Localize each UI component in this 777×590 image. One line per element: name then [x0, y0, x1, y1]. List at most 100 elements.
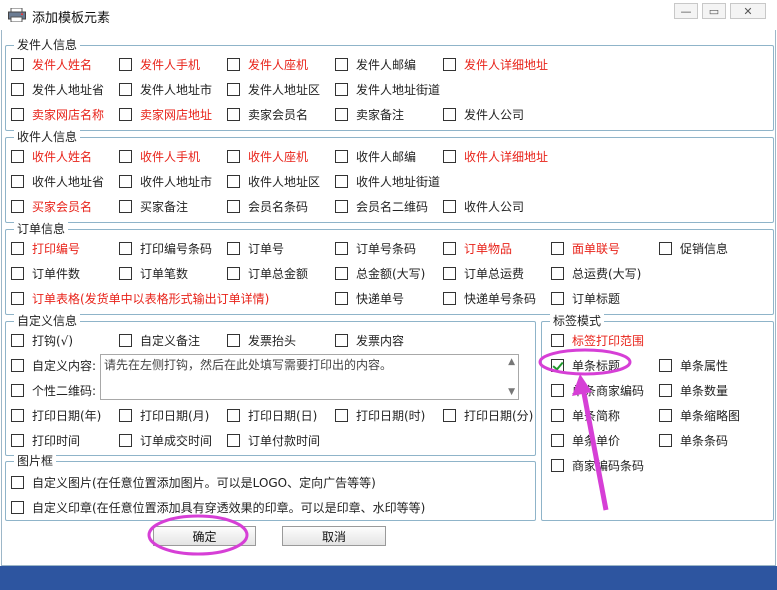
checkbox-icon[interactable] [119, 266, 132, 280]
checkbox-icon[interactable] [11, 266, 24, 280]
custom-checkbox-9[interactable]: 打印日期(时) [335, 406, 425, 424]
receiver-checkbox-2[interactable]: 收件人座机 [227, 147, 308, 165]
checkbox-icon[interactable] [11, 149, 24, 163]
receiver-checkbox-5[interactable]: 收件人地址省 [11, 172, 104, 190]
checkbox-icon[interactable] [11, 475, 24, 489]
checkbox-icon[interactable] [227, 433, 240, 447]
checkbox-icon[interactable] [335, 266, 348, 280]
receiver-checkbox-13[interactable]: 收件人公司 [443, 197, 524, 215]
checkbox-icon[interactable] [551, 433, 564, 447]
checkbox-icon[interactable] [119, 333, 132, 347]
order-checkbox-16[interactable]: 订单标题 [551, 289, 620, 307]
checkbox-icon[interactable] [443, 199, 456, 213]
label-mode-checkbox-5[interactable]: 单条简称 [551, 406, 620, 424]
order-checkbox-11[interactable]: 订单总运费 [443, 264, 524, 282]
checkbox-icon[interactable] [227, 57, 240, 71]
checkbox-icon[interactable] [443, 291, 456, 305]
checkbox-icon[interactable] [443, 266, 456, 280]
checkbox-icon[interactable] [11, 82, 24, 96]
checkbox-icon[interactable] [119, 149, 132, 163]
sender-checkbox-6[interactable]: 发件人地址市 [119, 80, 212, 98]
receiver-checkbox-7[interactable]: 收件人地址区 [227, 172, 320, 190]
image-frame-checkbox-1[interactable]: 自定义印章(在任意位置添加具有穿透效果的印章。可以是印章、水印等等) [11, 498, 425, 516]
order-checkbox-15[interactable]: 快递单号条码 [443, 289, 536, 307]
checkbox-icon[interactable] [551, 383, 564, 397]
receiver-checkbox-11[interactable]: 会员名条码 [227, 197, 308, 215]
checkbox-icon[interactable] [11, 174, 24, 188]
sender-checkbox-11[interactable]: 卖家会员名 [227, 105, 308, 123]
checkbox-icon[interactable] [119, 174, 132, 188]
checkbox-icon[interactable] [551, 266, 564, 280]
checkbox-icon[interactable] [551, 333, 564, 347]
order-checkbox-7[interactable]: 订单件数 [11, 264, 80, 282]
checkbox-icon[interactable] [551, 291, 564, 305]
label-mode-checkbox-7[interactable]: 单条单价 [551, 431, 620, 449]
checkbox-icon[interactable] [227, 408, 240, 422]
receiver-checkbox-9[interactable]: 买家会员名 [11, 197, 92, 215]
label-mode-checkbox-3[interactable]: 单条商家编码 [551, 381, 644, 399]
order-checkbox-13[interactable]: 订单表格(发货单中以表格形式输出订单详情) [11, 289, 269, 307]
checkbox-icon[interactable] [335, 291, 348, 305]
scroll-up-icon[interactable]: ▲ [508, 357, 515, 367]
custom-checkbox-6[interactable]: 打印日期(年) [11, 406, 101, 424]
custom-checkbox-1[interactable]: 自定义备注 [119, 331, 200, 349]
checkbox-icon[interactable] [119, 82, 132, 96]
custom-checkbox-5[interactable]: 个性二维码: [11, 381, 96, 399]
label-mode-checkbox-1[interactable]: 单条标题 [551, 356, 620, 374]
label-mode-checkbox-6[interactable]: 单条缩略图 [659, 406, 740, 424]
order-checkbox-9[interactable]: 订单总金额 [227, 264, 308, 282]
image-frame-checkbox-0[interactable]: 自定义图片(在任意位置添加图片。可以是LOGO、定向广告等等) [11, 473, 376, 491]
checkbox-icon[interactable] [119, 199, 132, 213]
receiver-checkbox-1[interactable]: 收件人手机 [119, 147, 200, 165]
checkbox-icon[interactable] [659, 241, 672, 255]
checkbox-icon[interactable] [11, 383, 24, 397]
checkbox-icon[interactable] [227, 107, 240, 121]
custom-checkbox-12[interactable]: 订单成交时间 [119, 431, 212, 449]
custom-checkbox-7[interactable]: 打印日期(月) [119, 406, 209, 424]
checkbox-icon[interactable] [443, 57, 456, 71]
receiver-checkbox-10[interactable]: 买家备注 [119, 197, 188, 215]
order-checkbox-4[interactable]: 订单物品 [443, 239, 512, 257]
custom-checkbox-8[interactable]: 打印日期(日) [227, 406, 317, 424]
scroll-down-icon[interactable]: ▼ [508, 387, 515, 397]
checkbox-icon[interactable] [227, 241, 240, 255]
sender-checkbox-0[interactable]: 发件人姓名 [11, 55, 92, 73]
checkbox-icon[interactable] [551, 458, 564, 472]
custom-content-textarea[interactable]: 请先在左侧打钩，然后在此处填写需要打印出的内容。 ▲ ▼ [100, 354, 519, 400]
custom-checkbox-2[interactable]: 发票抬头 [227, 331, 296, 349]
checkbox-icon[interactable] [335, 82, 348, 96]
label-mode-checkbox-9[interactable]: 商家编码条码 [551, 456, 644, 474]
order-checkbox-5[interactable]: 面单联号 [551, 239, 620, 257]
checkbox-icon[interactable] [11, 500, 24, 514]
checkbox-icon[interactable] [11, 241, 24, 255]
checkbox-icon[interactable] [335, 408, 348, 422]
receiver-checkbox-8[interactable]: 收件人地址街道 [335, 172, 440, 190]
checkbox-icon[interactable] [659, 433, 672, 447]
custom-checkbox-3[interactable]: 发票内容 [335, 331, 404, 349]
receiver-checkbox-6[interactable]: 收件人地址市 [119, 172, 212, 190]
checkbox-icon[interactable] [119, 57, 132, 71]
checkbox-icon[interactable] [119, 433, 132, 447]
receiver-checkbox-4[interactable]: 收件人详细地址 [443, 147, 548, 165]
sender-checkbox-1[interactable]: 发件人手机 [119, 55, 200, 73]
custom-checkbox-0[interactable]: 打钩(√) [11, 331, 73, 349]
ok-button[interactable]: 确定 [153, 526, 256, 546]
label-mode-checkbox-8[interactable]: 单条条码 [659, 431, 728, 449]
receiver-checkbox-3[interactable]: 收件人邮编 [335, 147, 416, 165]
order-checkbox-12[interactable]: 总运费(大写) [551, 264, 641, 282]
checkbox-icon[interactable] [227, 333, 240, 347]
checkbox-icon[interactable] [335, 241, 348, 255]
order-checkbox-6[interactable]: 促销信息 [659, 239, 728, 257]
checkbox-checked-icon[interactable] [551, 358, 564, 372]
custom-checkbox-13[interactable]: 订单付款时间 [227, 431, 320, 449]
checkbox-icon[interactable] [335, 199, 348, 213]
checkbox-icon[interactable] [11, 107, 24, 121]
custom-checkbox-11[interactable]: 打印时间 [11, 431, 80, 449]
custom-checkbox-10[interactable]: 打印日期(分) [443, 406, 533, 424]
maximize-button[interactable]: ▭ [702, 3, 726, 19]
sender-checkbox-4[interactable]: 发件人详细地址 [443, 55, 548, 73]
receiver-checkbox-12[interactable]: 会员名二维码 [335, 197, 428, 215]
sender-checkbox-8[interactable]: 发件人地址街道 [335, 80, 440, 98]
label-mode-checkbox-0[interactable]: 标签打印范围 [551, 331, 644, 349]
checkbox-icon[interactable] [335, 174, 348, 188]
